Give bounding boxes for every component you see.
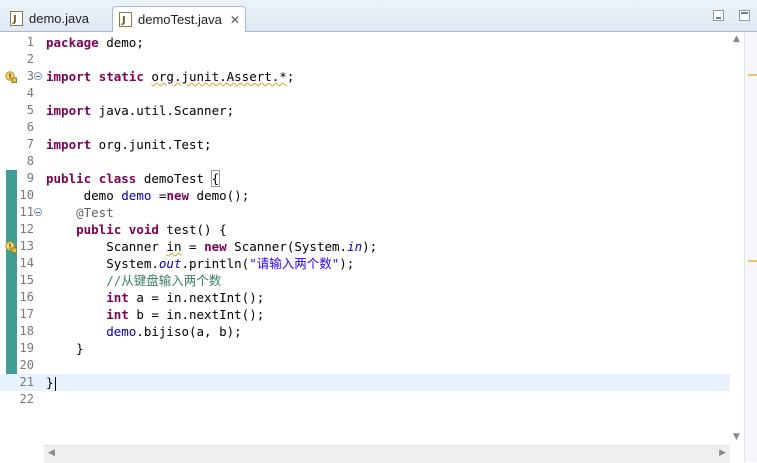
code-line[interactable]: 13 Scanner in = new Scanner(System.in); xyxy=(0,238,730,255)
code-text[interactable]: System.out.println("请输入两个数"); xyxy=(46,255,354,272)
code-text[interactable]: @Test xyxy=(46,204,114,221)
code-line[interactable]: 21} xyxy=(0,374,730,391)
tab-demo-java[interactable]: J demo.java xyxy=(4,6,108,31)
line-number: 16 xyxy=(19,290,34,304)
line-number: 2 xyxy=(26,52,34,66)
scroll-left-icon[interactable]: ◀ xyxy=(48,448,55,458)
code-line[interactable]: 16 int a = in.nextInt(); xyxy=(0,289,730,306)
java-file-icon: J xyxy=(10,11,23,26)
line-number: 1 xyxy=(26,35,34,49)
scroll-right-icon[interactable]: ▶ xyxy=(719,448,726,458)
code-text[interactable]: package demo; xyxy=(46,34,144,51)
code-line[interactable]: 19 } xyxy=(0,340,730,357)
code-editor[interactable]: 1 package demo; 2 3 import static org.junit.… xyxy=(0,32,757,463)
line-number: 5 xyxy=(26,103,34,117)
code-text[interactable]: } xyxy=(46,340,84,357)
line-number: 6 xyxy=(26,120,34,134)
svg-text:J: J xyxy=(121,15,126,26)
line-number: 8 xyxy=(26,154,34,168)
code-text[interactable]: int b = in.nextInt(); xyxy=(46,306,264,323)
code-line[interactable]: 9 public class demoTest { xyxy=(0,170,730,187)
code-line[interactable]: 8 xyxy=(0,153,730,170)
tab-demotest-java[interactable]: J demoTest.java ✕ xyxy=(112,6,246,32)
line-number: 21 xyxy=(19,375,34,389)
warning-icon[interactable] xyxy=(5,70,17,83)
code-line[interactable]: 1 package demo; xyxy=(0,34,730,51)
code-text[interactable]: //从键盘输入两个数 xyxy=(46,272,221,289)
warning-marker[interactable] xyxy=(748,74,757,76)
code-line[interactable]: 12 public void test() { xyxy=(0,221,730,238)
line-number: 3 xyxy=(26,69,34,83)
code-text[interactable]: import static org.junit.Assert.*; xyxy=(46,68,294,85)
code-line[interactable]: 6 xyxy=(0,119,730,136)
line-number: 14 xyxy=(19,256,34,270)
line-number: 22 xyxy=(19,392,34,406)
java-file-icon: J xyxy=(119,12,132,27)
line-number: 4 xyxy=(26,86,34,100)
tab-label: demo.java xyxy=(29,11,89,26)
maximize-button[interactable] xyxy=(739,10,750,21)
warning-marker[interactable] xyxy=(748,260,757,262)
code-text[interactable]: public class demoTest { xyxy=(46,170,221,187)
tab-label: demoTest.java xyxy=(138,12,222,27)
text-caret xyxy=(54,376,56,391)
line-number: 17 xyxy=(19,307,34,321)
line-number: 18 xyxy=(19,324,34,338)
code-text[interactable]: demo.bijiso(a, b); xyxy=(46,323,241,340)
line-number: 19 xyxy=(19,341,34,355)
code-line[interactable]: 17 int b = in.nextInt(); xyxy=(0,306,730,323)
line-number: 15 xyxy=(19,273,34,287)
editor-tab-bar: J demo.java J demoTest.java ✕ xyxy=(0,0,757,32)
warning-icon[interactable] xyxy=(5,240,17,253)
code-text[interactable]: Scanner in = new Scanner(System.in); xyxy=(46,238,377,255)
horizontal-scrollbar[interactable]: ◀ ▶ xyxy=(44,445,730,463)
code-line[interactable]: 11 @Test xyxy=(0,204,730,221)
code-line[interactable]: 7 import org.junit.Test; xyxy=(0,136,730,153)
line-number: 12 xyxy=(19,222,34,236)
close-icon[interactable]: ✕ xyxy=(230,13,240,27)
code-line[interactable]: 10 demo demo =new demo(); xyxy=(0,187,730,204)
code-line[interactable]: 20 xyxy=(0,357,730,374)
code-text[interactable]: demo demo =new demo(); xyxy=(46,187,250,204)
code-text[interactable]: public void test() { xyxy=(46,221,227,238)
svg-text:J: J xyxy=(12,14,17,25)
line-number: 11 xyxy=(19,205,34,219)
code-text[interactable]: } xyxy=(46,374,56,391)
code-line[interactable]: 3 import static org.junit.Assert.*; xyxy=(0,68,730,85)
code-text[interactable]: int a = in.nextInt(); xyxy=(46,289,264,306)
scroll-up-icon[interactable]: ▲ xyxy=(733,34,740,44)
fold-toggle-icon[interactable] xyxy=(34,208,42,216)
line-number: 7 xyxy=(26,137,34,151)
code-line[interactable]: 18 demo.bijiso(a, b); xyxy=(0,323,730,340)
code-line[interactable]: 4 xyxy=(0,85,730,102)
scroll-down-icon[interactable]: ▼ xyxy=(733,432,740,442)
minimize-button[interactable] xyxy=(713,10,724,21)
code-text[interactable]: import org.junit.Test; xyxy=(46,136,212,153)
overview-ruler[interactable] xyxy=(744,32,757,462)
code-text[interactable]: import java.util.Scanner; xyxy=(46,102,234,119)
vertical-scrollbar[interactable] xyxy=(730,32,744,462)
line-number: 13 xyxy=(19,239,34,253)
fold-toggle-icon[interactable] xyxy=(34,72,42,80)
code-line[interactable]: 2 xyxy=(0,51,730,68)
line-number: 10 xyxy=(19,188,34,202)
line-number: 20 xyxy=(19,358,34,372)
line-number: 9 xyxy=(26,171,34,185)
code-line[interactable]: 15 //从键盘输入两个数 xyxy=(0,272,730,289)
code-line[interactable]: 14 System.out.println("请输入两个数"); xyxy=(0,255,730,272)
code-lines[interactable]: 1 package demo; 2 3 import static org.junit.… xyxy=(0,34,730,408)
code-line[interactable]: 22 xyxy=(0,391,730,408)
code-line[interactable]: 5 import java.util.Scanner; xyxy=(0,102,730,119)
